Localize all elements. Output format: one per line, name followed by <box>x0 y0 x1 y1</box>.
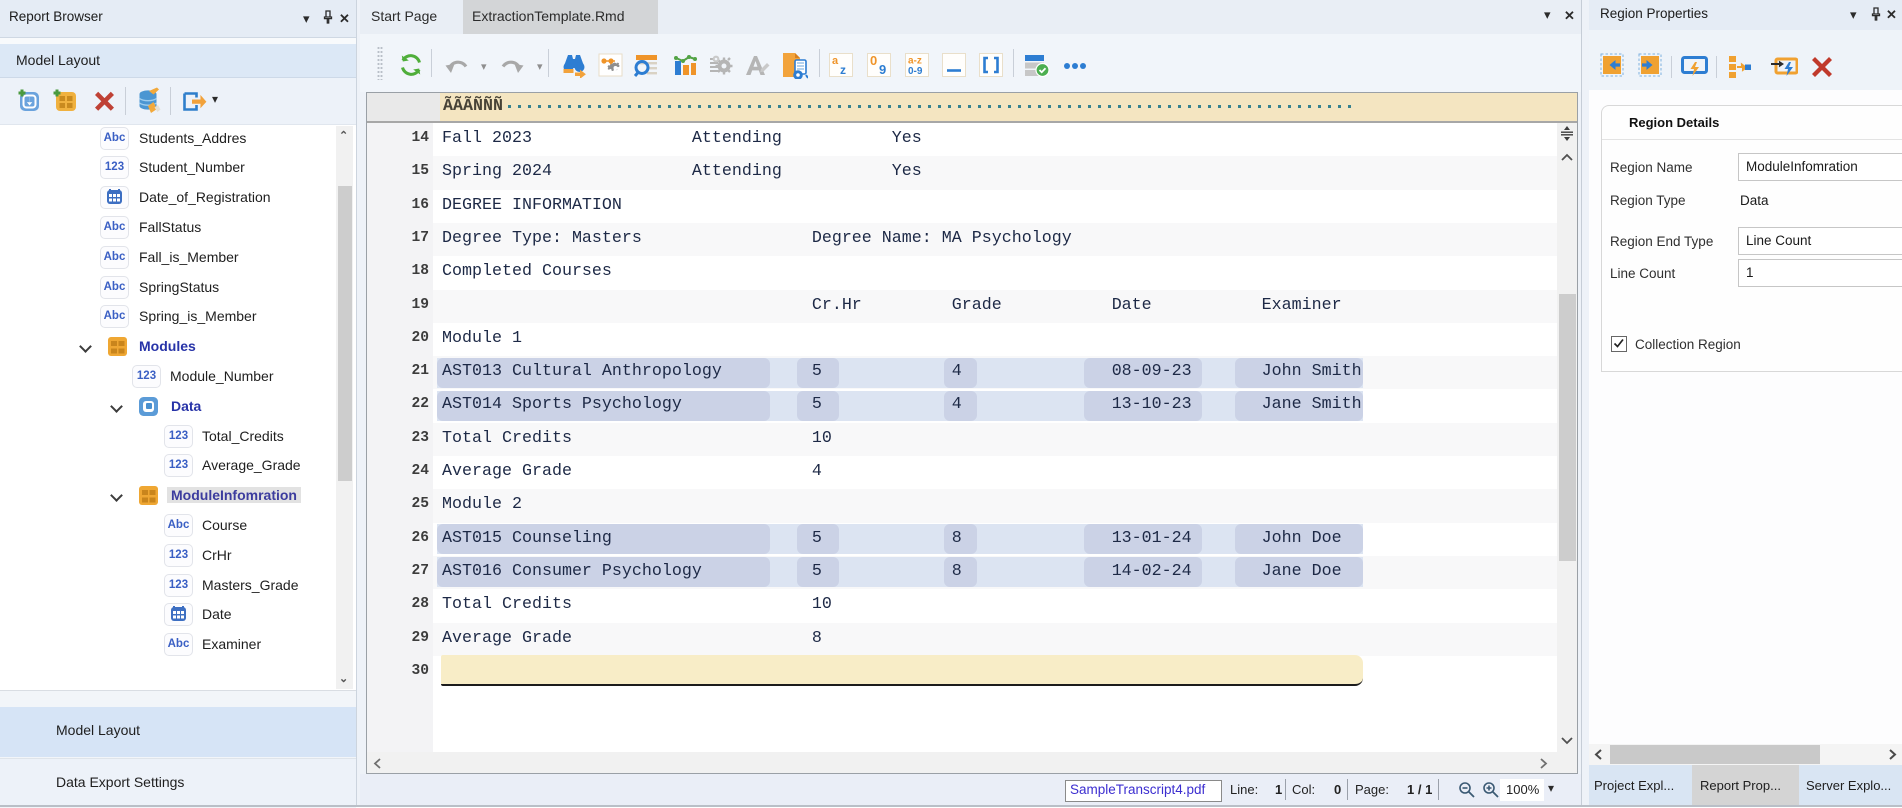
svg-text:0: 0 <box>870 53 877 68</box>
svg-text:a: a <box>832 55 839 67</box>
svg-text:9: 9 <box>879 62 886 77</box>
svg-text:a-z: a-z <box>908 56 922 67</box>
svg-text:0-9: 0-9 <box>908 66 923 77</box>
svg-text:z: z <box>840 63 846 77</box>
